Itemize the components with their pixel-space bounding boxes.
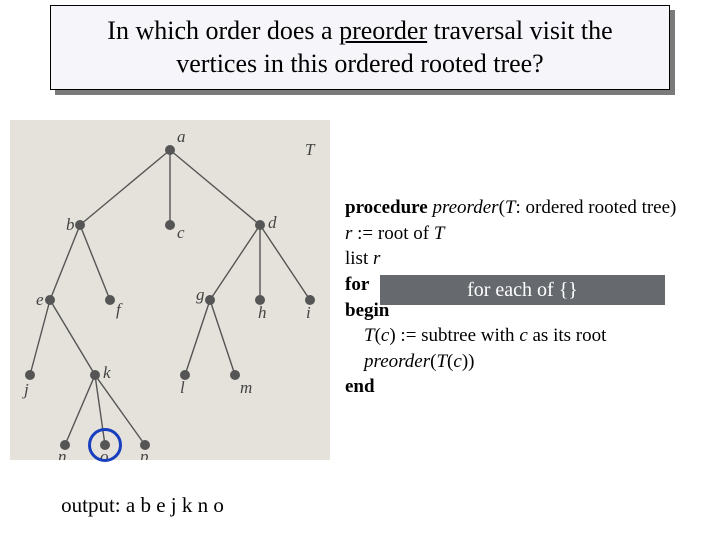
title-box: In which order does a preorder traversal… (50, 5, 670, 90)
output-box: output: a b e j k n o (35, 490, 250, 521)
tree-T-label: T (305, 140, 316, 159)
node-g-label: g (196, 285, 205, 304)
algo-line-7: preorder(T(c)) (345, 349, 676, 375)
algo-line-2: r := root of T (345, 221, 676, 247)
node-e-label: e (36, 290, 44, 309)
node-b-label: b (66, 215, 75, 234)
title-text: In which order does a preorder traversal… (71, 15, 649, 80)
title-pre: In which order does a (107, 16, 339, 45)
tree-diagram: a T b c d e f g h i j k l m n o p (10, 120, 330, 460)
node-h-label: h (258, 303, 267, 322)
node-j-label: j (22, 380, 29, 399)
node-f-label: f (116, 300, 123, 319)
node-k-label: k (103, 363, 111, 382)
output-text: output: a b e j k n o (61, 493, 224, 517)
node-m-label: m (240, 378, 252, 397)
algo-line-1: procedure preorder(T: ordered rooted tre… (345, 195, 676, 221)
node-i-label: i (306, 303, 311, 322)
node-n-label: n (58, 447, 67, 460)
node-l-label: l (180, 378, 185, 397)
node-d-label: d (268, 213, 277, 232)
highlight-circle-o (88, 428, 122, 462)
node-p-label: p (139, 447, 149, 460)
for-each-overlay: for each of {} (380, 275, 665, 305)
algo-line-8: end (345, 374, 676, 400)
node-c-label: c (177, 223, 185, 242)
node-a-label: a (177, 127, 186, 146)
algo-line-3: list r (345, 246, 676, 272)
for-each-overlay-text: for each of {} (467, 279, 578, 302)
title-underlined: preorder (339, 16, 427, 45)
algo-line-6: T(c) := subtree with c as its root (345, 323, 676, 349)
